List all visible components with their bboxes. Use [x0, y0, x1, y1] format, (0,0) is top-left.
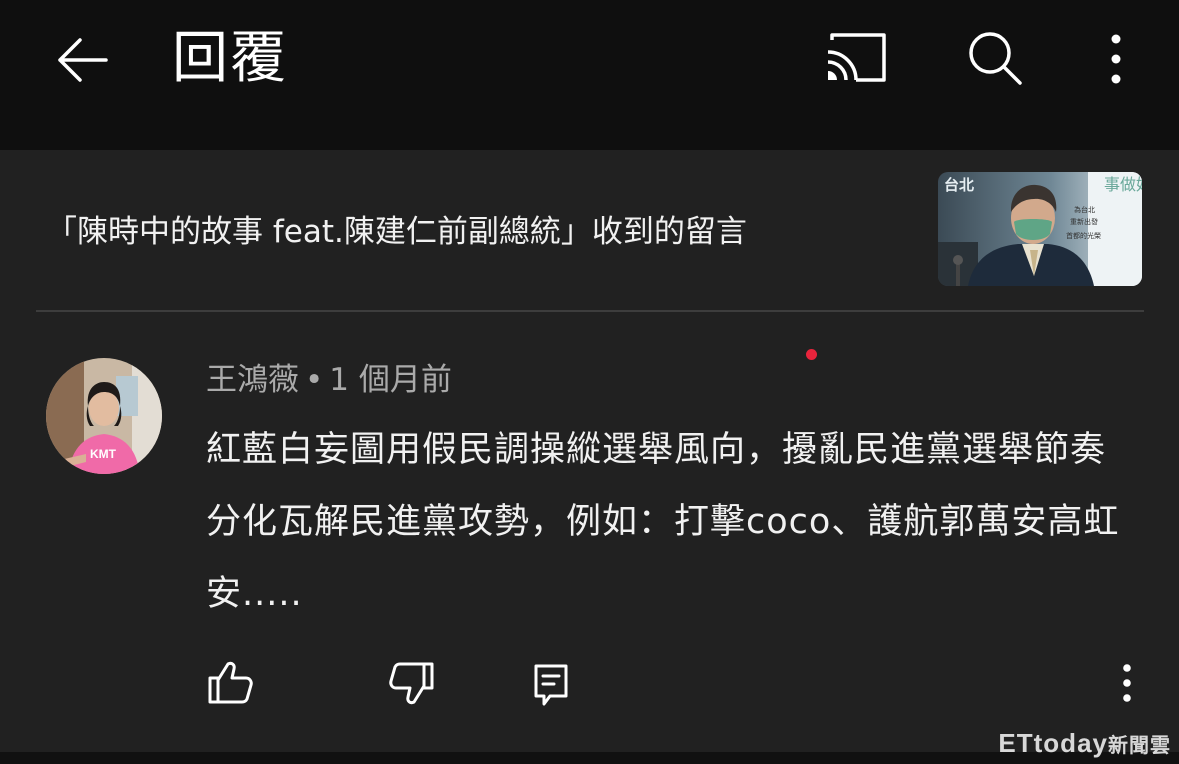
avatar[interactable]: KMT [46, 358, 162, 474]
thumbs-down-icon [389, 662, 434, 705]
video-title[interactable]: 「陳時中的故事 feat.陳建仁前副總統」收到的留言 [46, 208, 747, 256]
page-title: 回覆 [172, 26, 288, 91]
watermark-brand: ETtoday [998, 728, 1108, 758]
cast-button[interactable] [822, 30, 888, 86]
svg-text:事做好: 事做好 [1104, 176, 1142, 194]
watermark: ETtoday新聞雲 [998, 728, 1171, 759]
dislike-button[interactable] [386, 656, 438, 710]
more-vertical-icon [1111, 34, 1121, 84]
cast-icon [827, 33, 886, 82]
more-vertical-icon [1123, 664, 1131, 702]
arrow-left-icon [58, 38, 108, 82]
watermark-suffix: 新聞雲 [1108, 735, 1171, 757]
thumbs-up-icon [208, 661, 253, 704]
svg-text:為台北: 為台北 [1074, 205, 1095, 214]
search-button[interactable] [964, 28, 1026, 88]
avatar-image: KMT [46, 358, 162, 474]
section-divider [36, 310, 1144, 312]
svg-text:首都的光榮: 首都的光榮 [1066, 231, 1101, 240]
comment-more-button[interactable] [1112, 660, 1142, 706]
video-thumbnail[interactable]: 台北 事做好 為台北 重新出發 首都的光榮 [938, 172, 1142, 286]
comment-meta: 王鴻薇 • 1 個月前 [206, 356, 452, 404]
more-options-button[interactable] [1098, 30, 1134, 88]
search-icon [969, 32, 1022, 85]
comment-text: 紅藍白妄圖用假民調操縱選舉風向，擾亂民進黨選舉節奏分化瓦解民進黨攻勢，例如：打擊… [206, 430, 1120, 614]
reply-button[interactable] [528, 656, 580, 710]
comment-timestamp: 1 個月前 [329, 362, 452, 398]
svg-text:重新出發: 重新出發 [1070, 217, 1098, 226]
svg-text:KMT: KMT [90, 447, 117, 461]
notification-dot [806, 349, 817, 360]
like-button[interactable] [204, 656, 256, 710]
back-button[interactable] [50, 30, 114, 90]
reply-icon [534, 664, 568, 706]
comment-author[interactable]: 王鴻薇 [206, 362, 299, 398]
meta-separator: • [305, 362, 324, 398]
top-app-bar: 回覆 [0, 0, 1179, 150]
svg-text:台北: 台北 [944, 176, 974, 194]
thumbnail-image: 台北 事做好 為台北 重新出發 首都的光榮 [938, 172, 1142, 286]
